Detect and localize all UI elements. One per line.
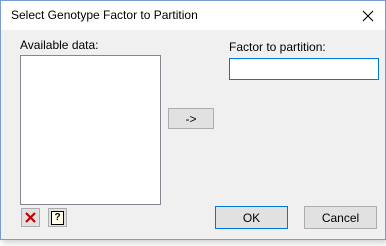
red-x-icon bbox=[25, 212, 36, 223]
factor-to-partition-field[interactable] bbox=[229, 58, 379, 80]
clear-button[interactable] bbox=[21, 208, 40, 227]
ok-button[interactable]: OK bbox=[215, 206, 288, 229]
cancel-button-label: Cancel bbox=[321, 210, 360, 225]
available-data-list[interactable] bbox=[20, 55, 161, 205]
move-to-factor-button[interactable]: -> bbox=[168, 108, 214, 129]
close-icon bbox=[362, 10, 374, 21]
available-data-label: Available data: bbox=[20, 38, 99, 52]
help-icon: ? bbox=[51, 210, 64, 225]
move-to-factor-button-label: -> bbox=[185, 111, 197, 126]
title-bar: Select Genotype Factor to Partition bbox=[1, 1, 385, 30]
select-genotype-factor-dialog: Select Genotype Factor to Partition Avai… bbox=[0, 0, 386, 240]
close-button[interactable] bbox=[351, 1, 385, 30]
ok-button-label: OK bbox=[242, 210, 261, 225]
factor-to-partition-label: Factor to partition: bbox=[229, 40, 326, 54]
help-button[interactable]: ? bbox=[48, 208, 67, 227]
cancel-button[interactable]: Cancel bbox=[304, 206, 377, 229]
window-title: Select Genotype Factor to Partition bbox=[11, 8, 198, 22]
